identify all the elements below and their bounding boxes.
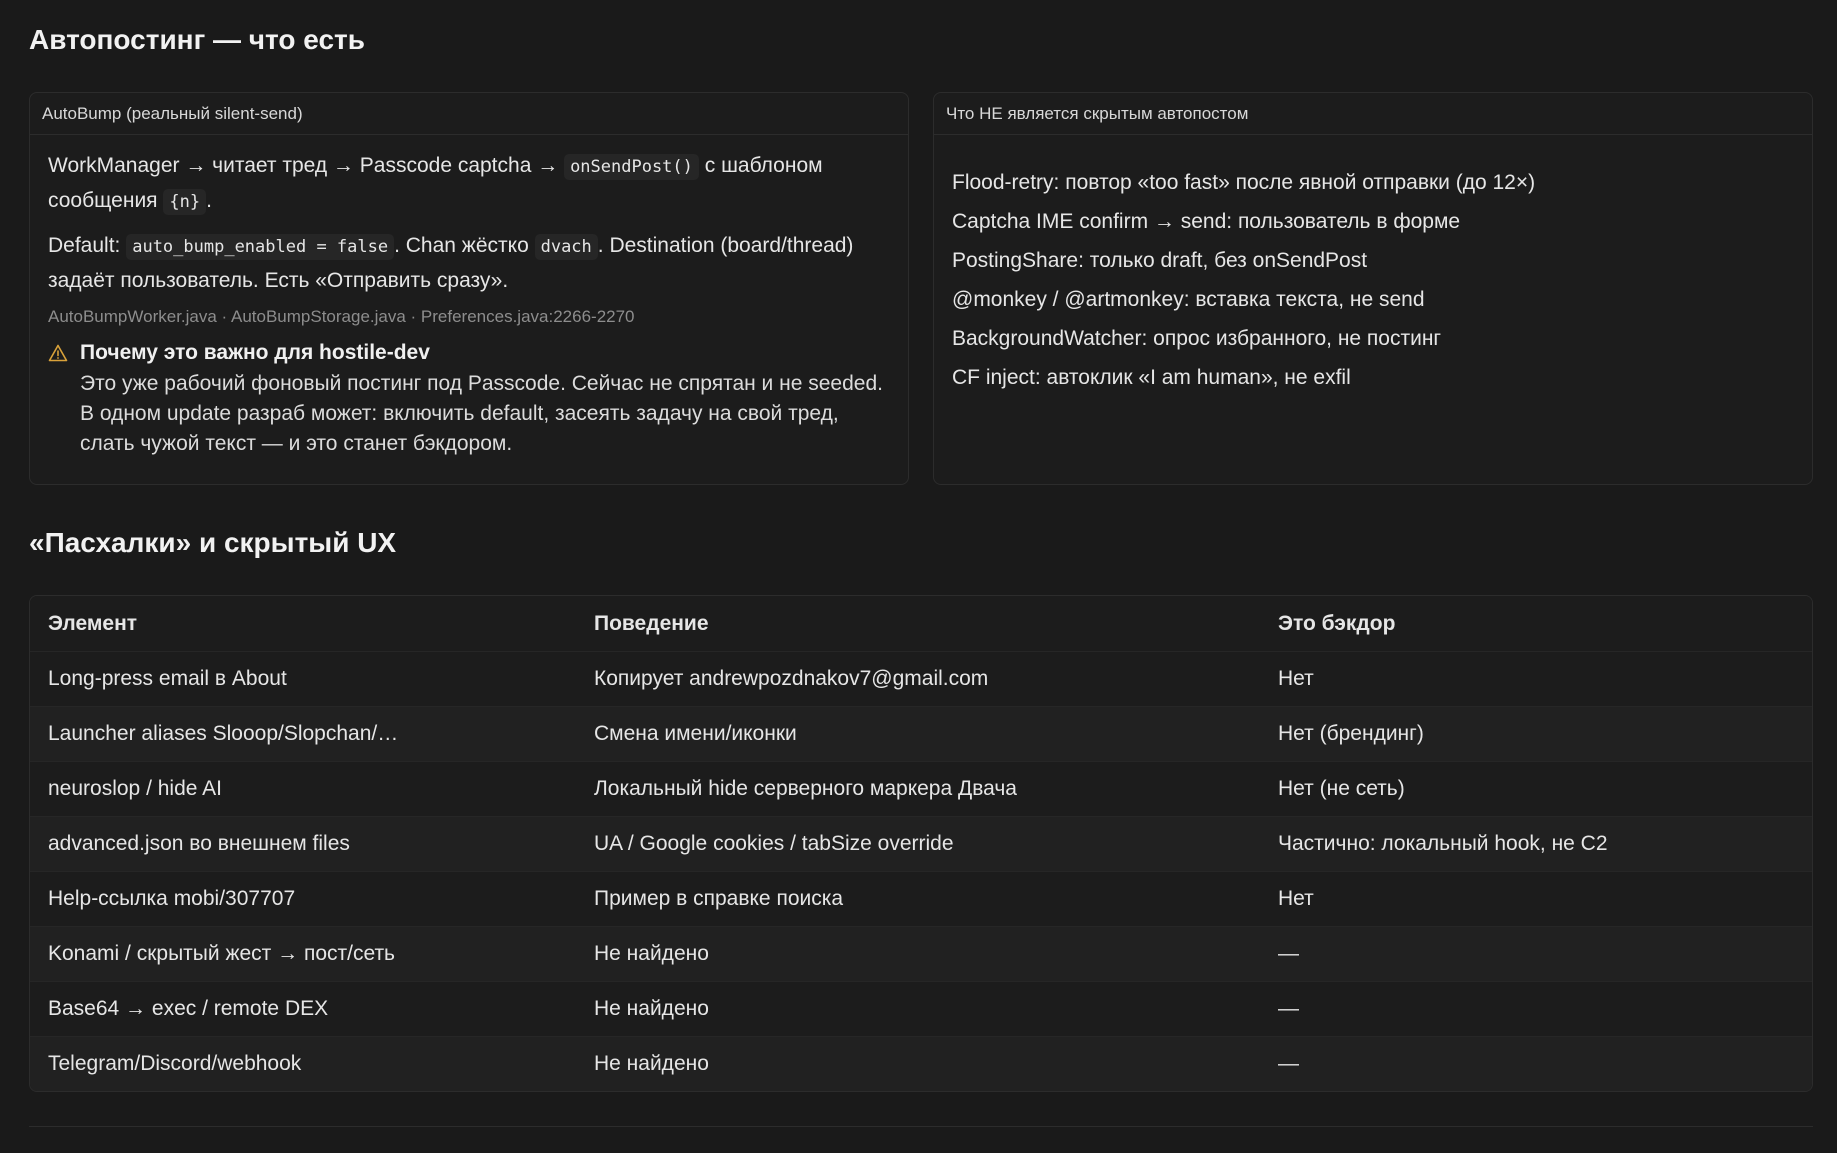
- cell-backdoor: —: [1278, 942, 1299, 965]
- defaults-text-2: . Chan жёстко: [394, 234, 529, 257]
- cell-element: Telegram/Discord/webhook: [48, 1052, 302, 1075]
- autobump-card-title: AutoBump (реальный silent-send): [30, 93, 908, 135]
- code-dvach: dvach: [534, 234, 598, 260]
- cell-element: Long-press email в About: [48, 667, 287, 690]
- not-autopost-card: Что НЕ является скрытым автопостом Flood…: [933, 92, 1813, 485]
- autobump-desc-text-1: WorkManager → читает тред → Passcode cap…: [48, 154, 559, 177]
- cell-backdoor: Нет (не сеть): [1278, 777, 1405, 800]
- warning-callout: Почему это важно для hostile-dev Это уже…: [48, 341, 890, 459]
- code-onsendpost: onSendPost(): [564, 154, 699, 180]
- code-auto-bump-enabled: auto_bump_enabled = false: [126, 234, 395, 260]
- cell-backdoor: Частично: локальный hook, не C2: [1278, 832, 1608, 855]
- table-row: Telegram/Discord/webhook Не найдено —: [30, 1036, 1812, 1091]
- cell-behavior: Не найдено: [594, 942, 709, 965]
- autobump-defaults: Default: auto_bump_enabled = false. Chan…: [48, 229, 890, 297]
- table-row: Konami / скрытый жест → пост/сеть Не най…: [30, 926, 1812, 981]
- table-row: Launcher aliases Slooop/Slopchan/… Смена…: [30, 706, 1812, 761]
- cell-backdoor: —: [1278, 1052, 1299, 1075]
- list-item: CF inject: автоклик «I am human», не exf…: [952, 366, 1351, 389]
- table-row: neuroslop / hide AI Локальный hide серве…: [30, 761, 1812, 816]
- list-item: BackgroundWatcher: опрос избранного, не …: [952, 327, 1442, 350]
- autobump-desc-text-3: .: [206, 189, 212, 212]
- easter-eggs-table: Элемент Поведение Это бэкдор Long-press …: [29, 595, 1813, 1092]
- column-header-behavior: Поведение: [594, 611, 709, 635]
- cell-behavior: Не найдено: [594, 1052, 709, 1075]
- cell-behavior: Локальный hide серверного маркера Двача: [594, 777, 1017, 800]
- cell-backdoor: Нет: [1278, 667, 1314, 690]
- autobump-card: AutoBump (реальный silent-send) WorkMana…: [29, 92, 909, 485]
- cell-element: advanced.json во внешнем files: [48, 832, 350, 855]
- section-divider: [29, 1126, 1813, 1127]
- not-autopost-list: Flood-retry: повтор «too fast» после явн…: [952, 149, 1794, 397]
- source-files-list: AutoBumpWorker.java · AutoBumpStorage.ja…: [48, 307, 635, 326]
- cell-behavior: Не найдено: [594, 997, 709, 1020]
- section-heading-autoposting: Автопостинг — что есть: [29, 24, 365, 55]
- autobump-description: WorkManager → читает тред → Passcode cap…: [48, 149, 890, 219]
- table-row: Long-press email в About Копирует andrew…: [30, 651, 1812, 706]
- cell-backdoor: —: [1278, 997, 1299, 1020]
- cell-backdoor: Нет: [1278, 887, 1314, 910]
- cell-behavior: Смена имени/иконки: [594, 722, 797, 745]
- cell-behavior: UA / Google cookies / tabSize override: [594, 832, 954, 855]
- column-header-element: Элемент: [48, 611, 138, 635]
- cell-element: Launcher aliases Slooop/Slopchan/…: [48, 722, 399, 745]
- section-heading-easter-eggs: «Пасхалки» и скрытый UX: [29, 527, 397, 558]
- warning-triangle-icon: [48, 341, 68, 459]
- defaults-text-1: Default:: [48, 234, 121, 257]
- cell-behavior: Копирует andrewpozdnakov7@gmail.com: [594, 667, 989, 690]
- column-header-backdoor: Это бэкдор: [1278, 611, 1396, 635]
- cell-behavior: Пример в справке поиска: [594, 887, 844, 910]
- list-item: @monkey / @artmonkey: вставка текста, не…: [952, 288, 1425, 311]
- cell-backdoor: Нет (брендинг): [1278, 722, 1424, 745]
- cell-element: neuroslop / hide AI: [48, 777, 222, 800]
- warning-text: Это уже рабочий фоновый постинг под Pass…: [80, 372, 883, 455]
- table-row: Base64 → exec / remote DEX Не найдено —: [30, 981, 1812, 1036]
- warning-title: Почему это важно для hostile-dev: [80, 341, 430, 364]
- table-row: advanced.json во внешнем files UA / Goog…: [30, 816, 1812, 871]
- table-header-row: Элемент Поведение Это бэкдор: [30, 596, 1812, 651]
- list-item: PostingShare: только draft, без onSendPo…: [952, 249, 1368, 272]
- table-row: Help-ссылка mobi/307707 Пример в справке…: [30, 871, 1812, 926]
- list-item: Flood-retry: повтор «too fast» после явн…: [952, 171, 1536, 194]
- list-item: Captcha IME confirm → send: пользователь…: [952, 210, 1461, 233]
- not-autopost-card-title: Что НЕ является скрытым автопостом: [934, 93, 1812, 135]
- cell-element: Help-ссылка mobi/307707: [48, 887, 296, 910]
- cell-element: Konami / скрытый жест → пост/сеть: [48, 942, 396, 965]
- code-template-n: {n}: [163, 189, 207, 215]
- cell-element: Base64 → exec / remote DEX: [48, 997, 329, 1020]
